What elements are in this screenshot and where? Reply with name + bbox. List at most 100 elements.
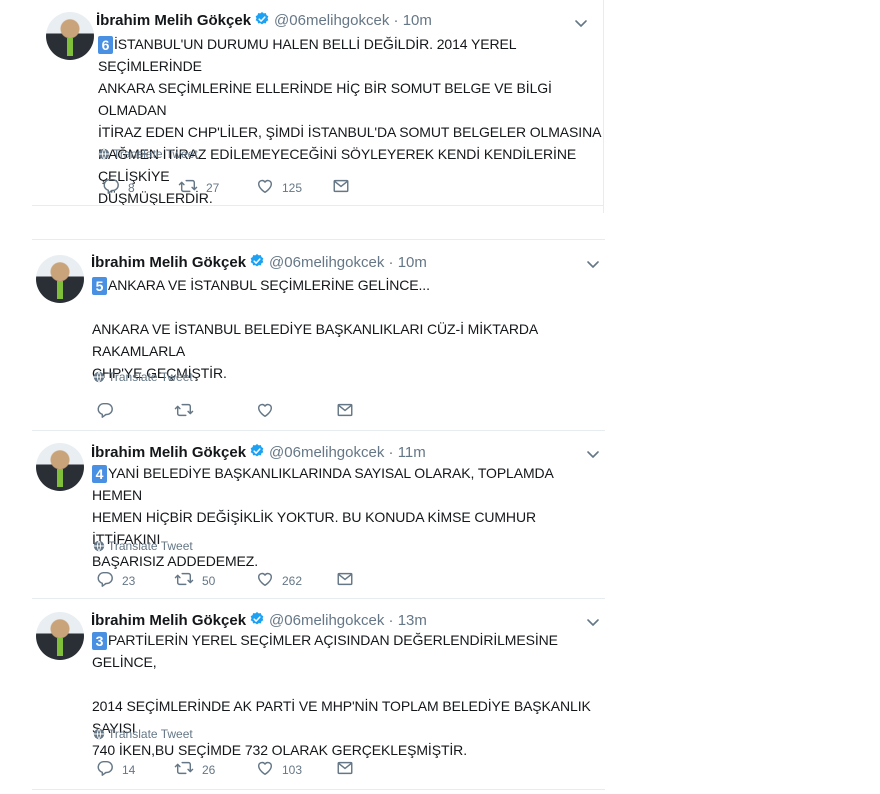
timestamp[interactable]: 10m	[403, 12, 432, 29]
retweet-count: 50	[202, 574, 216, 588]
author-name[interactable]: İbrahim Melih Gökçek	[91, 612, 246, 629]
number-badge: 3	[92, 632, 107, 650]
avatar[interactable]	[36, 443, 84, 491]
tweet-4[interactable]: İbrahim Melih Gökçek @06melihgokcek · 13m…	[32, 599, 605, 789]
avatar[interactable]	[46, 12, 94, 60]
translate-tweet-link[interactable]: Translate Tweet	[93, 370, 193, 384]
tweet-header: İbrahim Melih Gökçek @06melihgokcek · 10m	[91, 253, 427, 271]
separator-dot: ·	[388, 444, 394, 461]
tweet-text: 3 PARTİLERİN YEREL SEÇİMLER AÇISINDAN DEĞ…	[92, 629, 605, 761]
number-badge: 4	[92, 465, 107, 483]
number-badge: 5	[92, 277, 107, 295]
reply-button[interactable]: 14	[96, 759, 135, 777]
reply-button[interactable]: 23	[96, 570, 135, 588]
reply-button[interactable]	[96, 401, 122, 419]
direct-message-button[interactable]	[332, 177, 358, 195]
reply-count: 23	[122, 574, 136, 588]
translate-tweet-link[interactable]: Translate Tweet	[93, 727, 193, 741]
direct-message-button[interactable]	[336, 570, 362, 588]
like-button[interactable]	[256, 401, 282, 419]
timestamp[interactable]: 10m	[398, 254, 427, 271]
avatar[interactable]	[36, 255, 84, 303]
retweet-button[interactable]: 50	[174, 570, 215, 588]
author-name[interactable]: İbrahim Melih Gökçek	[96, 12, 251, 29]
like-button[interactable]: 103	[256, 759, 302, 777]
verified-icon	[249, 253, 265, 269]
reply-icon	[96, 570, 114, 588]
separator-dot: ·	[393, 12, 399, 29]
retweet-button[interactable]: 27	[178, 177, 219, 195]
retweet-icon	[174, 401, 194, 419]
globe-icon	[93, 728, 105, 740]
chevron-down-icon[interactable]	[585, 256, 601, 272]
reply-button[interactable]: 8	[102, 177, 135, 195]
tweet-text-line: ANKARA SEÇİMLERİNE ELLERİNDE HİÇ BİR SOM…	[98, 80, 552, 118]
tweet-text-line: 740 İKEN,BU SEÇİMDE 732 OLARAK GERÇEKLEŞ…	[92, 742, 467, 758]
tweet-text: 5 ANKARA VE İSTANBUL SEÇİMLERİNE GELİNCE.…	[92, 274, 605, 384]
tweet-text: 4 YANİ BELEDİYE BAŞKANLIKLARINDA SAYISAL …	[92, 462, 605, 572]
translate-label: Translate Tweet	[108, 370, 193, 384]
tweet-text-line-content: İSTANBUL'UN DURUMU HALEN BELLİ DEĞİLDİR.…	[98, 36, 516, 74]
retweet-button[interactable]: 26	[174, 759, 215, 777]
like-button[interactable]: 125	[256, 177, 302, 195]
direct-message-button[interactable]	[336, 401, 362, 419]
tweet-text-line-content: YANİ BELEDİYE BAŞKANLIKLARINDA SAYISAL O…	[92, 465, 554, 503]
author-name[interactable]: İbrahim Melih Gökçek	[91, 254, 246, 271]
timestamp[interactable]: 13m	[398, 612, 427, 629]
retweet-button[interactable]	[174, 401, 202, 419]
like-icon	[256, 177, 274, 195]
chevron-down-icon[interactable]	[585, 446, 601, 462]
verified-icon	[249, 443, 265, 459]
translate-label: Translate Tweet	[108, 727, 193, 741]
chevron-down-icon[interactable]	[573, 15, 589, 31]
reply-icon	[102, 177, 120, 195]
reply-count: 8	[128, 181, 135, 195]
tweet-text-line: 4 YANİ BELEDİYE BAŞKANLIKLARINDA SAYISAL …	[92, 462, 605, 506]
dm-icon	[336, 401, 354, 419]
dm-icon	[332, 177, 350, 195]
author-handle[interactable]: @06melihgokcek	[269, 612, 384, 629]
tweet-1[interactable]: İbrahim Melih Gökçek @06melihgokcek · 10m…	[32, 0, 603, 206]
retweet-icon	[174, 570, 194, 588]
retweet-icon	[174, 759, 194, 777]
author-handle[interactable]: @06melihgokcek	[269, 444, 384, 461]
translate-label: Translate Tweet	[113, 147, 198, 161]
retweet-count: 26	[202, 763, 216, 777]
separator-dot: ·	[388, 612, 394, 629]
reply-icon	[96, 759, 114, 777]
number-badge: 6	[98, 36, 113, 54]
author-handle[interactable]: @06melihgokcek	[274, 12, 389, 29]
tweet-header: İbrahim Melih Gökçek @06melihgokcek · 10m	[96, 11, 432, 29]
tweet-text-line: 5 ANKARA VE İSTANBUL SEÇİMLERİNE GELİNCE.…	[92, 274, 605, 296]
verified-icon	[254, 11, 270, 27]
verified-icon	[249, 611, 265, 627]
avatar[interactable]	[36, 612, 84, 660]
globe-icon	[98, 148, 110, 160]
tweet-text-line-content: ANKARA VE İSTANBUL SEÇİMLERİNE GELİNCE..…	[108, 277, 430, 293]
like-count: 262	[282, 574, 303, 588]
like-icon	[256, 570, 274, 588]
like-button[interactable]: 262	[256, 570, 302, 588]
chevron-down-icon[interactable]	[585, 614, 601, 630]
timestamp[interactable]: 11m	[398, 444, 426, 461]
retweet-count: 27	[206, 181, 220, 195]
like-count: 103	[282, 763, 303, 777]
translate-tweet-link[interactable]: Translate Tweet	[98, 147, 198, 161]
reply-icon	[96, 401, 114, 419]
globe-icon	[93, 371, 105, 383]
author-name[interactable]: İbrahim Melih Gökçek	[91, 444, 246, 461]
translate-tweet-link[interactable]: Translate Tweet	[93, 539, 193, 553]
globe-icon	[93, 540, 105, 552]
tweet-3[interactable]: İbrahim Melih Gökçek @06melihgokcek · 11m…	[32, 431, 605, 598]
separator-dot: ·	[388, 254, 394, 271]
tweet-2[interactable]: İbrahim Melih Gökçek @06melihgokcek · 10m…	[32, 240, 605, 430]
direct-message-button[interactable]	[336, 759, 362, 777]
tweet-text-line: 6 İSTANBUL'UN DURUMU HALEN BELLİ DEĞİLDİR…	[98, 33, 603, 77]
like-icon	[256, 759, 274, 777]
tweet-text-line: 3 PARTİLERİN YEREL SEÇİMLER AÇISINDAN DEĞ…	[92, 629, 605, 673]
like-count: 125	[282, 181, 303, 195]
author-handle[interactable]: @06melihgokcek	[269, 254, 384, 271]
dm-icon	[336, 759, 354, 777]
divider	[32, 205, 603, 206]
divider	[32, 789, 605, 790]
